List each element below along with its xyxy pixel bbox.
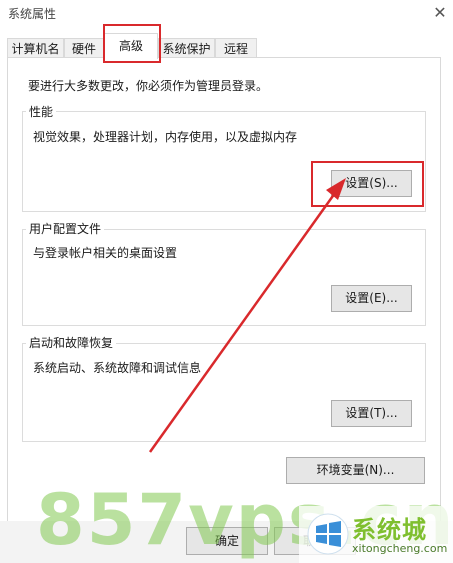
annotation-arrow [148,178,346,453]
